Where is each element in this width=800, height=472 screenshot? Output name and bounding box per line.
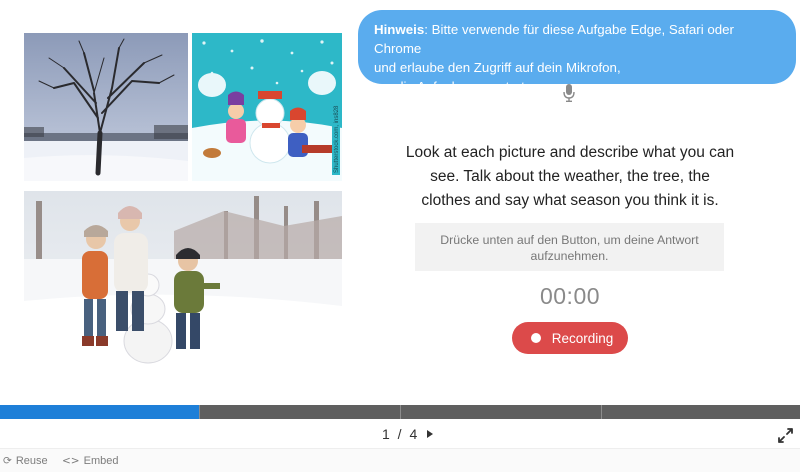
image-panel: Shutterstock.com, ins828 <box>0 0 360 400</box>
answer-instruction-box: Drücke unten auf den Button, um deine An… <box>415 223 724 271</box>
arrow-right-icon[interactable] <box>427 430 434 438</box>
record-dot-icon <box>530 333 541 343</box>
task-prompt: Look at each picture and describe what y… <box>405 144 735 209</box>
pager: 1 / 4 <box>370 426 460 442</box>
reuse-button[interactable]: ⟳ Reuse <box>3 455 48 467</box>
progress-divider <box>601 405 602 419</box>
progress-fill <box>0 405 200 419</box>
winter-tree-photo <box>24 33 188 181</box>
refresh-icon: ⟳ <box>3 455 12 467</box>
image-credit: Shutterstock.com, ins828 <box>334 105 340 173</box>
footer-bar: ⟳ Reuse <> Embed <box>0 448 800 472</box>
hint-text: : Bitte verwende für diese Aufgabe Edge,… <box>374 22 734 56</box>
hint-line-2: und erlaube den Zugriff auf dein Mikrofo… <box>374 60 621 75</box>
hint-line-3: um die Aufnahme zu starten. <box>374 79 544 94</box>
page-indicator: 1 / 4 <box>382 426 420 442</box>
slide-progress-bar[interactable] <box>0 405 800 419</box>
recording-timer: 00:00 <box>539 283 601 309</box>
reuse-label: Reuse <box>15 455 48 467</box>
progress-divider <box>400 405 401 419</box>
family-snowman-photo <box>24 191 342 376</box>
progress-divider <box>199 405 200 419</box>
record-button[interactable]: Recording <box>512 322 628 354</box>
code-icon: <> <box>62 455 80 467</box>
record-button-label: Recording <box>551 330 614 346</box>
browser-hint-banner: Hinweis: Bitte verwende für diese Aufgab… <box>358 10 796 94</box>
embed-label: Embed <box>83 455 119 467</box>
hint-line-1: Hinweis: Bitte verwende für diese Aufgab… <box>374 20 782 58</box>
embed-button[interactable]: <> Embed <box>62 455 118 467</box>
expand-icon[interactable] <box>778 428 793 443</box>
cartoon-snowman-image: Shutterstock.com, ins828 <box>192 33 342 181</box>
hint-label: Hinweis <box>374 22 425 37</box>
microphone-icon <box>563 84 575 102</box>
